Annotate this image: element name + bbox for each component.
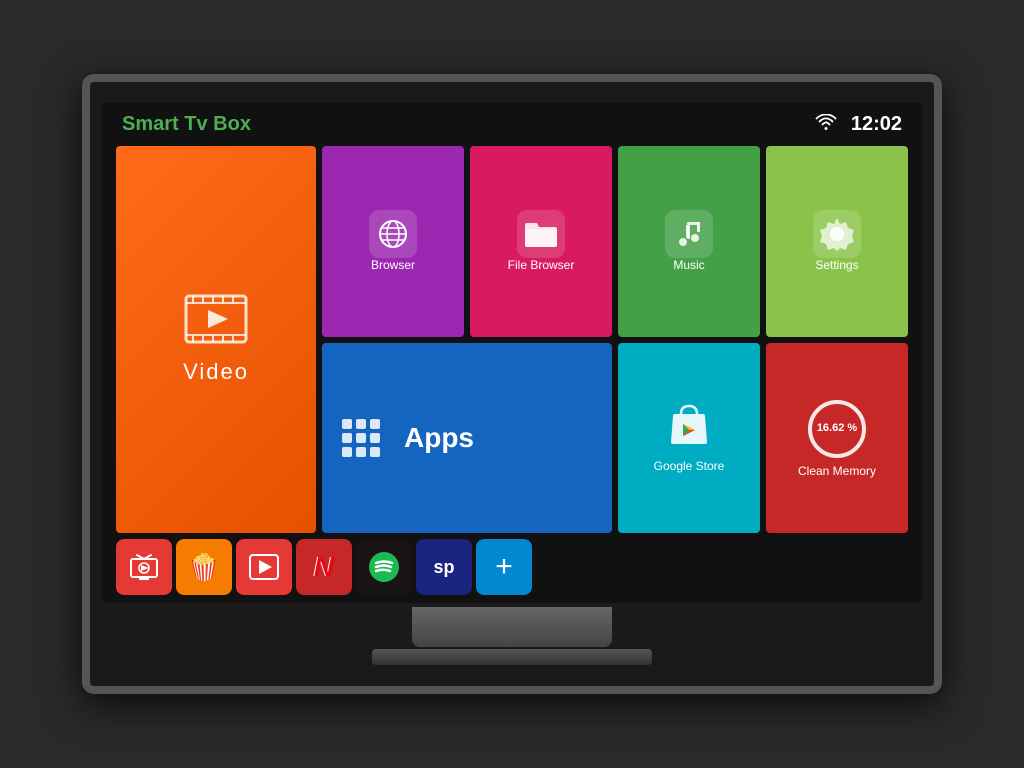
screen-content: Smart Tv Box 12:02 xyxy=(102,103,922,603)
browser-label: Browser xyxy=(371,258,415,272)
tv-stand xyxy=(412,607,612,647)
dock-netflix-app[interactable]: N xyxy=(296,539,352,595)
right-grid: Browser File Browser xyxy=(322,146,908,533)
video-label: Video xyxy=(183,359,249,385)
film-icon xyxy=(184,294,248,349)
clock: 12:02 xyxy=(851,113,902,136)
file-browser-tile[interactable]: File Browser xyxy=(470,146,612,337)
google-store-tile[interactable]: Google Store xyxy=(618,343,760,534)
music-label: Music xyxy=(673,258,704,272)
globe-icon xyxy=(369,210,417,258)
apps-tile[interactable]: Apps xyxy=(322,343,612,534)
main-area: Video xyxy=(102,146,922,533)
popcorn-icon: 🍿 xyxy=(188,552,220,583)
header-right: 12:02 xyxy=(815,113,902,136)
tv-screen: Smart Tv Box 12:02 xyxy=(102,103,922,603)
video-tile[interactable]: Video xyxy=(116,146,316,533)
google-store-label: Google Store xyxy=(654,459,725,473)
browser-tile[interactable]: Browser xyxy=(322,146,464,337)
tv-frame: Smart Tv Box 12:02 xyxy=(82,74,942,694)
dock-popcorn-app[interactable]: 🍿 xyxy=(176,539,232,595)
clean-memory-tile[interactable]: 16.62 % Clean Memory xyxy=(766,343,908,534)
file-browser-label: File Browser xyxy=(508,258,575,272)
apps-grid-icon xyxy=(342,419,380,457)
tv-stand-base xyxy=(372,649,652,665)
brand-white: Smart xyxy=(122,113,179,135)
dock-video-app[interactable] xyxy=(236,539,292,595)
folder-icon xyxy=(517,210,565,258)
bottom-dock: 🍿 N xyxy=(102,533,922,603)
music-icon xyxy=(665,210,713,258)
clean-memory-percent: 16.62 % xyxy=(817,422,857,435)
music-tile[interactable]: Music xyxy=(618,146,760,337)
clean-memory-circle: 16.62 % xyxy=(806,398,868,460)
dock-sp-app[interactable]: sp xyxy=(416,539,472,595)
brand-title: Smart Tv Box xyxy=(122,113,251,136)
clean-memory-label: Clean Memory xyxy=(798,464,876,478)
dock-add-app[interactable]: + xyxy=(476,539,532,595)
play-store-icon xyxy=(667,402,711,455)
sp-icon: sp xyxy=(433,557,454,578)
brand-green: Tv Box xyxy=(184,113,251,135)
settings-tile[interactable]: Settings xyxy=(766,146,908,337)
netflix-icon: N xyxy=(314,551,334,583)
gear-icon xyxy=(813,210,861,258)
header: Smart Tv Box 12:02 xyxy=(102,103,922,146)
settings-label: Settings xyxy=(815,258,858,272)
apps-label: Apps xyxy=(404,422,474,454)
plus-icon: + xyxy=(495,552,513,582)
dock-tv-app[interactable] xyxy=(116,539,172,595)
wifi-icon xyxy=(815,114,837,135)
dock-spotify-app[interactable] xyxy=(356,539,412,595)
